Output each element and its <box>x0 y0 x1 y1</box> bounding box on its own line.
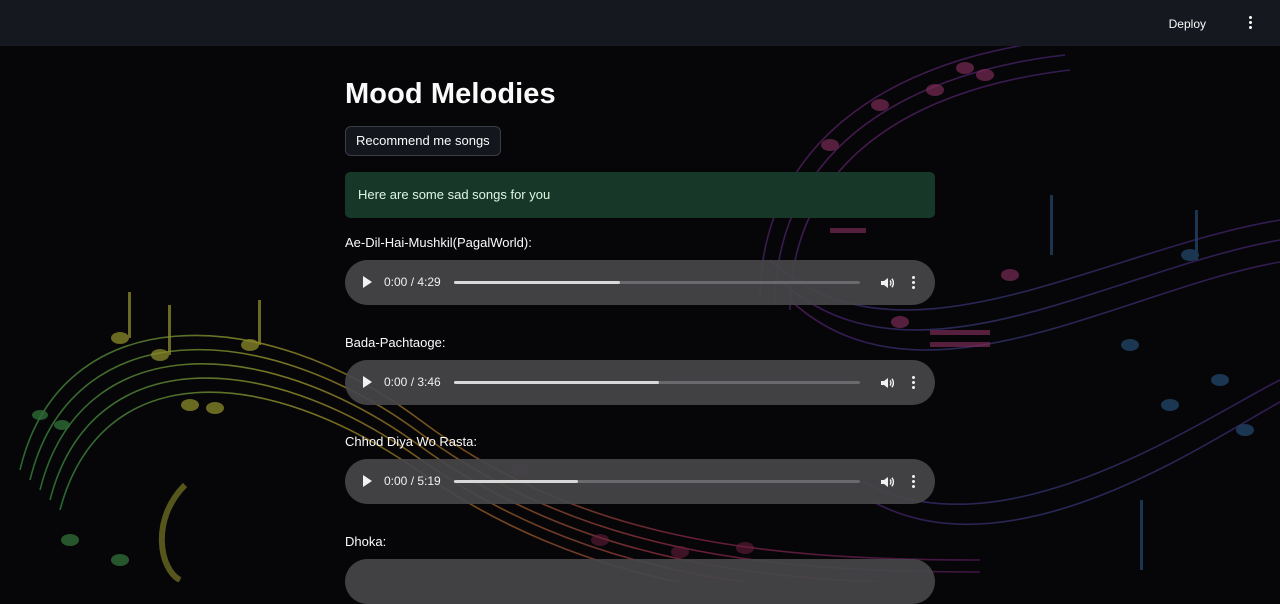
volume-icon[interactable] <box>879 275 895 291</box>
volume-icon[interactable] <box>879 375 895 391</box>
more-options-icon[interactable] <box>910 375 916 391</box>
time-display: 0:00 / 3:46 <box>384 375 441 389</box>
success-alert: Here are some sad songs for you <box>345 172 935 218</box>
more-options-icon[interactable] <box>910 474 916 490</box>
recommend-songs-button[interactable]: Recommend me songs <box>345 126 501 156</box>
time-display: 0:00 / 4:29 <box>384 275 441 289</box>
song-label: Chhod Diya Wo Rasta: <box>345 434 477 449</box>
song-item: Bada-Pachtaoge: 0:00 / 3:46 <box>345 335 935 405</box>
song-item: Dhoka: <box>345 534 935 604</box>
volume-icon[interactable] <box>879 474 895 490</box>
song-label: Dhoka: <box>345 534 387 549</box>
vertical-ellipsis-icon[interactable] <box>1242 15 1258 33</box>
song-item: Ae-Dil-Hai-Mushkil(PagalWorld): 0:00 / 4… <box>345 235 935 305</box>
song-item: Chhod Diya Wo Rasta: 0:00 / 5:19 <box>345 434 935 504</box>
top-header-bar: Deploy <box>0 0 1280 46</box>
song-label: Bada-Pachtaoge: <box>345 335 446 350</box>
deploy-button[interactable]: Deploy <box>1165 13 1210 35</box>
page-title: Mood Melodies <box>345 78 556 110</box>
audio-player[interactable]: 0:00 / 4:29 <box>345 260 935 305</box>
more-options-icon[interactable] <box>910 275 916 291</box>
progress-slider[interactable] <box>454 381 860 384</box>
buffered-bar <box>454 281 621 284</box>
progress-slider[interactable] <box>454 480 860 483</box>
buffered-bar <box>454 381 660 384</box>
progress-slider[interactable] <box>454 281 860 284</box>
time-display: 0:00 / 5:19 <box>384 474 441 488</box>
buffered-bar <box>454 480 578 483</box>
audio-player[interactable]: 0:00 / 5:19 <box>345 459 935 504</box>
play-icon[interactable] <box>363 376 372 388</box>
play-icon[interactable] <box>363 475 372 487</box>
audio-player[interactable]: 0:00 / 3:46 <box>345 360 935 405</box>
play-icon[interactable] <box>363 276 372 288</box>
song-label: Ae-Dil-Hai-Mushkil(PagalWorld): <box>345 235 532 250</box>
